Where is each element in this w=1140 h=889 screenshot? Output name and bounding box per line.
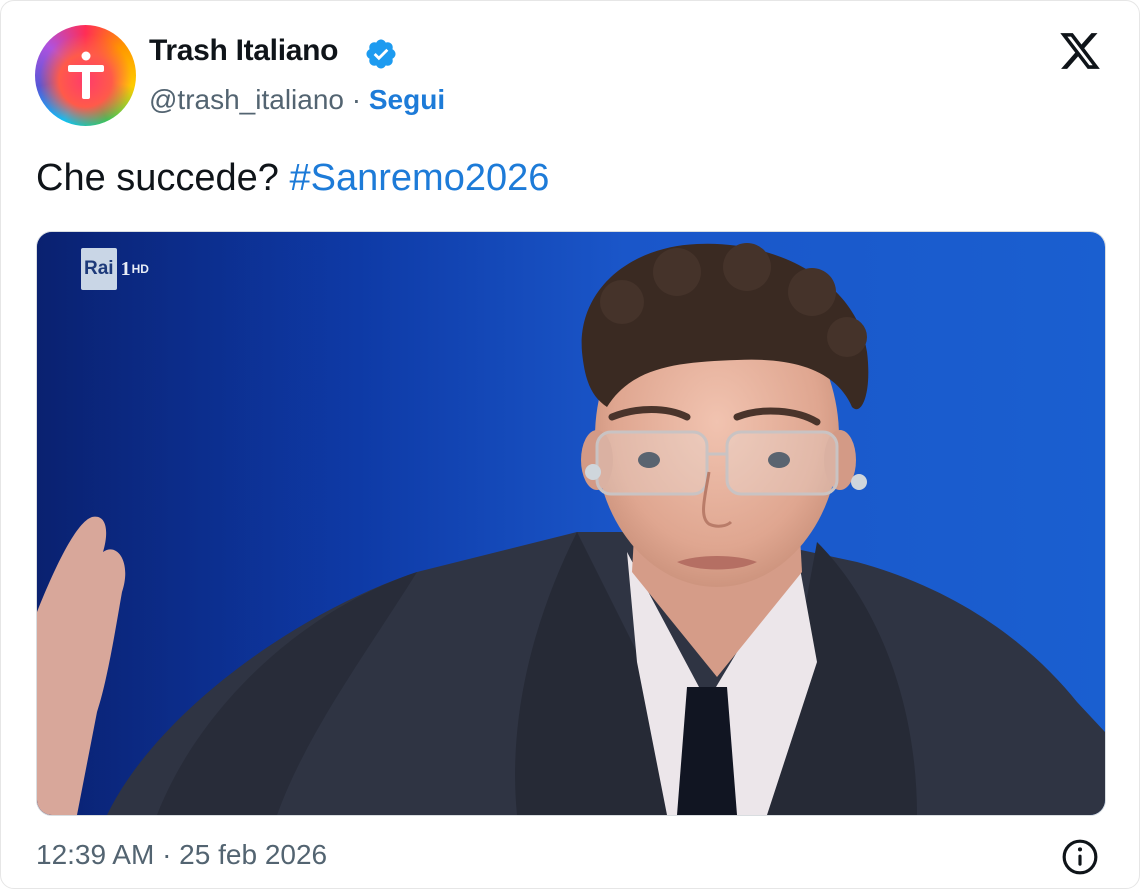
verified-badge-icon	[366, 39, 396, 69]
tweet-embed-card: Trash Italiano @trash_italiano · Segui C…	[0, 0, 1140, 889]
hashtag-link[interactable]: #Sanremo2026	[290, 157, 550, 199]
x-logo-icon[interactable]	[1057, 29, 1103, 73]
channel-logo: Rai 1 HD	[81, 248, 149, 290]
video-frame-illustration	[37, 232, 1105, 815]
tweet-text: Che succede? #Sanremo2026	[36, 157, 549, 200]
channel-brand: Rai	[81, 248, 117, 290]
info-icon[interactable]	[1061, 838, 1099, 876]
channel-number: 1	[120, 257, 131, 280]
follow-button[interactable]: Segui	[369, 84, 445, 115]
account-name[interactable]: Trash Italiano	[149, 34, 339, 68]
channel-quality: HD	[131, 262, 149, 276]
trash-italiano-logo-icon	[68, 51, 104, 99]
tweet-timestamp[interactable]: 12:39 AM · 25 feb 2026	[36, 839, 327, 871]
tweet-body-text: Che succede?	[36, 157, 279, 199]
account-handle[interactable]: @trash_italiano	[149, 84, 344, 115]
avatar[interactable]	[35, 25, 136, 126]
handle-row: @trash_italiano · Segui	[149, 84, 445, 116]
handle-separator: ·	[351, 84, 362, 115]
tweet-media-image[interactable]: Rai 1 HD	[36, 231, 1106, 816]
